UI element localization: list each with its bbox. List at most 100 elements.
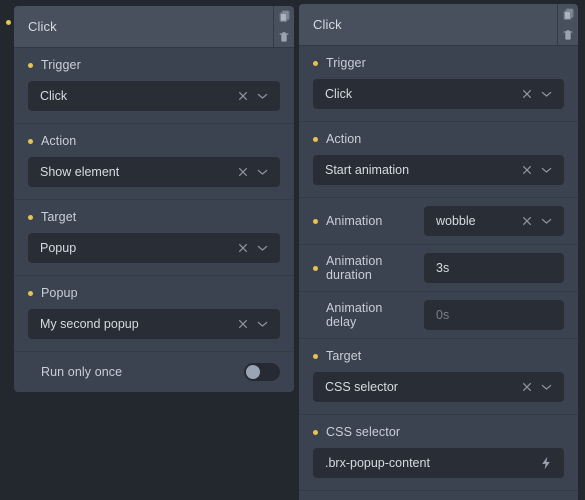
required-dot-icon bbox=[28, 290, 33, 296]
control-value: Start animation bbox=[325, 163, 410, 177]
control-value: Popup bbox=[40, 241, 77, 255]
panel-header-actions bbox=[557, 4, 578, 45]
duplicate-icon[interactable] bbox=[274, 6, 294, 27]
required-dot-icon bbox=[28, 62, 33, 68]
duplicate-icon[interactable] bbox=[558, 4, 578, 25]
select-control[interactable]: Click bbox=[28, 81, 280, 111]
row-label-text: CSS selector bbox=[326, 425, 401, 439]
row-action: Action Show element bbox=[14, 124, 294, 200]
clear-icon[interactable] bbox=[522, 216, 532, 226]
chevron-down-icon[interactable] bbox=[257, 92, 268, 100]
clear-icon[interactable] bbox=[522, 165, 532, 175]
required-dot-icon bbox=[313, 313, 318, 318]
row-label-text: Action bbox=[41, 134, 77, 148]
required-dot-icon bbox=[313, 218, 318, 224]
select-control[interactable]: My second popup bbox=[28, 309, 280, 339]
label-popup: Popup bbox=[28, 286, 280, 300]
select-control[interactable]: Popup bbox=[28, 233, 280, 263]
toggle-knob bbox=[246, 365, 260, 379]
control-placeholder: 0s bbox=[436, 308, 450, 322]
chevron-down-icon[interactable] bbox=[541, 90, 552, 98]
control-icons bbox=[522, 382, 552, 392]
row-label-text: Animation bbox=[326, 214, 383, 228]
chevron-down-icon[interactable] bbox=[541, 383, 552, 391]
control-icons bbox=[522, 216, 552, 226]
select-control[interactable]: CSS selector bbox=[313, 372, 564, 402]
row-label-text: Run only once bbox=[41, 365, 123, 379]
row-trigger: Trigger Click bbox=[14, 48, 294, 124]
label-run-only-once: Run only once bbox=[28, 365, 122, 379]
row-target: Target Popup bbox=[14, 200, 294, 276]
required-dot-icon bbox=[28, 370, 33, 375]
row-label-text: Popup bbox=[41, 286, 78, 300]
clear-icon[interactable] bbox=[238, 319, 248, 329]
label-target: Target bbox=[313, 349, 564, 363]
chevron-down-icon[interactable] bbox=[257, 168, 268, 176]
run-only-once-toggle[interactable] bbox=[244, 363, 280, 381]
control-icons bbox=[238, 319, 268, 329]
control-icons bbox=[238, 91, 268, 101]
clear-icon[interactable] bbox=[522, 382, 532, 392]
trash-icon[interactable] bbox=[274, 27, 294, 48]
clear-icon[interactable] bbox=[238, 243, 248, 253]
label-css-selector: CSS selector bbox=[313, 425, 564, 439]
chevron-down-icon[interactable] bbox=[541, 166, 552, 174]
control-value: CSS selector bbox=[325, 380, 398, 394]
row-label-text: Animation delay bbox=[326, 301, 383, 329]
clear-icon[interactable] bbox=[238, 91, 248, 101]
chevron-down-icon[interactable] bbox=[257, 244, 268, 252]
label-action: Action bbox=[28, 134, 280, 148]
row-run-only-once: Run only once bbox=[299, 491, 578, 500]
required-dot-icon bbox=[313, 136, 318, 142]
select-control[interactable]: wobble bbox=[424, 206, 564, 236]
required-dot-icon bbox=[313, 353, 318, 359]
label-trigger: Trigger bbox=[28, 58, 280, 72]
control-value: Show element bbox=[40, 165, 120, 179]
row-animation: Animation wobble bbox=[299, 198, 578, 245]
row-target: Target CSS selector bbox=[299, 339, 578, 415]
label-animation-delay: Animation delay bbox=[313, 301, 414, 329]
row-label-text: Trigger bbox=[326, 56, 366, 70]
control-icons bbox=[522, 89, 552, 99]
text-input-control[interactable]: 0s bbox=[424, 300, 564, 330]
select-control[interactable]: Click bbox=[313, 79, 564, 109]
label-animation-duration: Animation duration bbox=[313, 254, 414, 282]
chevron-down-icon[interactable] bbox=[541, 217, 552, 225]
control-icons bbox=[238, 243, 268, 253]
text-input-control[interactable]: .brx-popup-content bbox=[313, 448, 564, 478]
row-animation-delay: Animation delay 0s bbox=[299, 292, 578, 339]
row-action: Action Start animation bbox=[299, 122, 578, 198]
panel-title: Click bbox=[313, 17, 342, 32]
row-label-text: Animation duration bbox=[326, 254, 383, 282]
control-value: .brx-popup-content bbox=[325, 456, 430, 470]
required-dot-icon bbox=[28, 214, 33, 220]
control-value: My second popup bbox=[40, 317, 139, 331]
control-icons bbox=[522, 165, 552, 175]
chevron-down-icon[interactable] bbox=[257, 320, 268, 328]
panel-title: Click bbox=[28, 19, 57, 34]
row-css-selector: CSS selector .brx-popup-content bbox=[299, 415, 578, 491]
panel-header[interactable]: Click bbox=[14, 6, 294, 48]
clear-icon[interactable] bbox=[238, 167, 248, 177]
lightning-bolt-icon[interactable] bbox=[540, 456, 552, 470]
interaction-active-dot-icon bbox=[6, 20, 11, 25]
interactions-panel-stage: Click Trigger Click Action Show element Targe… bbox=[0, 0, 585, 500]
trash-icon[interactable] bbox=[558, 25, 578, 46]
label-target: Target bbox=[28, 210, 280, 224]
panel-header[interactable]: Click bbox=[299, 4, 578, 46]
select-control[interactable]: Start animation bbox=[313, 155, 564, 185]
panel-header-actions bbox=[273, 6, 294, 47]
select-control[interactable]: Show element bbox=[28, 157, 280, 187]
control-icons bbox=[540, 456, 552, 470]
row-trigger: Trigger Click bbox=[299, 46, 578, 122]
required-dot-icon bbox=[28, 138, 33, 144]
row-animation-duration: Animation duration 3s bbox=[299, 245, 578, 292]
text-input-control[interactable]: 3s bbox=[424, 253, 564, 283]
row-label-text: Trigger bbox=[41, 58, 81, 72]
interaction-panel-left: Click Trigger Click Action Show element Targe… bbox=[14, 6, 294, 392]
control-value: Click bbox=[40, 89, 68, 103]
interaction-panel-right: Click Trigger Click Action Start animation An… bbox=[299, 4, 578, 500]
clear-icon[interactable] bbox=[522, 89, 532, 99]
row-label-text: Action bbox=[326, 132, 362, 146]
row-run-only-once: Run only once bbox=[14, 352, 294, 392]
